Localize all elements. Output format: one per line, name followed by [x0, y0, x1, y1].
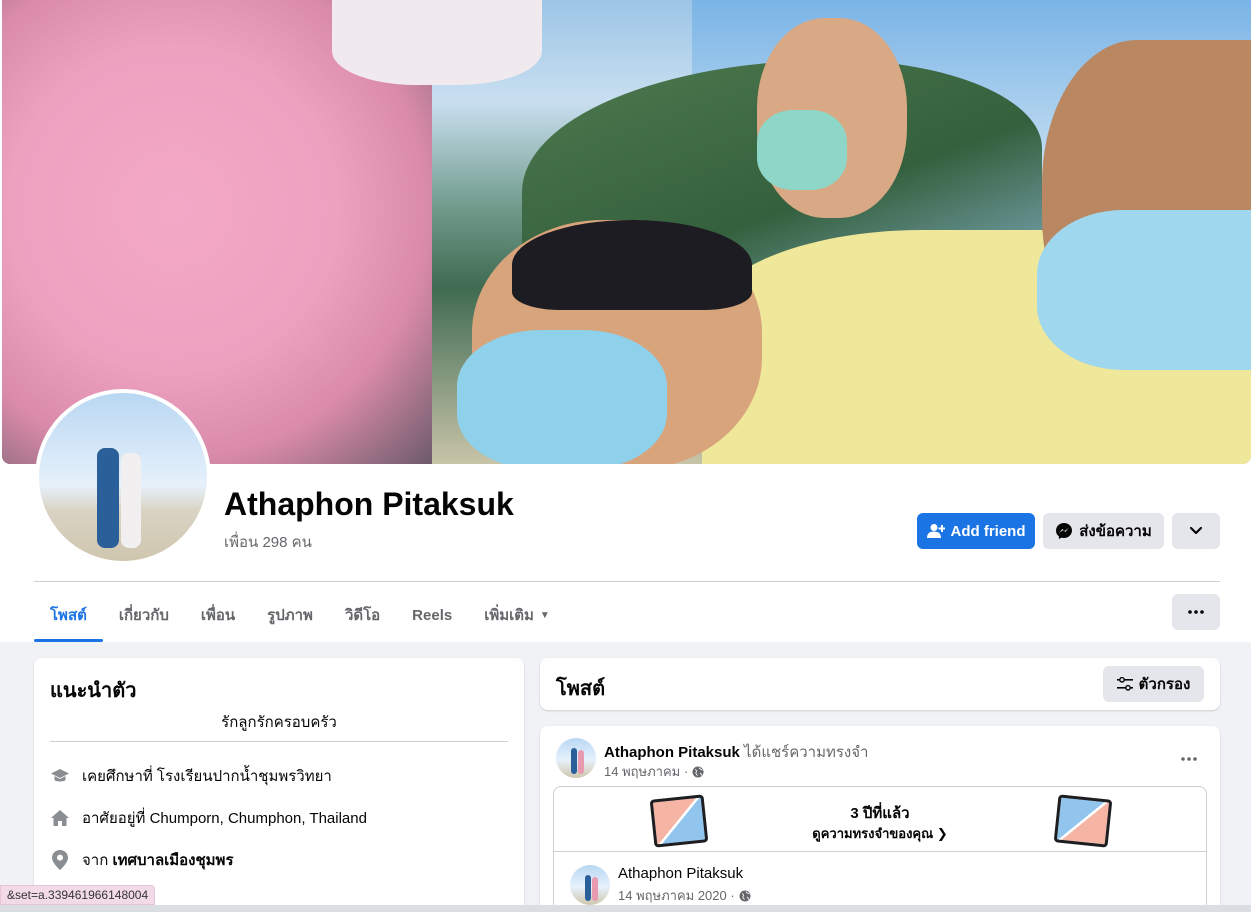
post-author-avatar[interactable] [556, 738, 596, 778]
status-bar-url: &set=a.339461966148004 [0, 885, 156, 905]
memory-divider [554, 851, 1206, 852]
message-button[interactable]: ส่งข้อความ [1043, 513, 1164, 549]
education-row: เคยศึกษาที่ โรงเรียนปากน้ำชุมพรวิทยา [50, 764, 332, 788]
from-row: จาก เทศบาลเมืองชุมพร [50, 848, 234, 872]
message-label: ส่งข้อความ [1079, 523, 1152, 540]
caret-down-icon: ▼ [539, 609, 550, 621]
shared-author-avatar[interactable] [570, 865, 610, 905]
bottom-bar [0, 905, 1251, 912]
education-text: เคยศึกษาที่ โรงเรียนปากน้ำชุมพรวิทยา [82, 768, 332, 785]
add-friend-button[interactable]: Add friend [917, 513, 1035, 549]
tab-more[interactable]: เพิ่มเติม ▼ [468, 588, 566, 642]
filter-sliders-icon [1116, 677, 1133, 691]
more-dots-icon [1188, 610, 1204, 614]
shared-author-name[interactable]: Athaphon Pitaksuk [618, 865, 743, 882]
filter-button[interactable]: ตัวกรอง [1103, 666, 1204, 702]
profile-header: Athaphon Pitaksuk เพื่อน 298 คน Add frie… [0, 0, 1251, 642]
shared-date[interactable]: 14 พฤษภาคม 2020 · [618, 885, 735, 906]
tab-videos[interactable]: วิดีโอ [329, 588, 396, 642]
post-date-row: 14 พฤษภาคม · [604, 761, 704, 782]
home-icon [50, 808, 70, 828]
post-date[interactable]: 14 พฤษภาคม · [604, 761, 688, 782]
more-options-button[interactable] [1172, 594, 1220, 630]
tab-reels[interactable]: Reels [396, 588, 468, 642]
intro-title: แนะนำตัว [50, 680, 137, 702]
post-action-text: ได้แชร์ความทรงจำ [744, 744, 869, 761]
graduation-cap-icon [50, 766, 70, 786]
bio-divider [50, 741, 508, 742]
posts-title: โพสต์ [556, 678, 606, 700]
from-text: จาก เทศบาลเมืองชุมพร [82, 852, 234, 869]
shared-date-row: 14 พฤษภาคม 2020 · [618, 885, 751, 906]
globe-icon [739, 890, 751, 901]
lives-row: อาศัยอยู่ที่ Chumporn, Chumphon, Thailan… [50, 806, 367, 830]
intro-bio: รักลูกรักครอบครัว [221, 714, 337, 731]
add-friend-label: Add friend [950, 522, 1026, 540]
profile-avatar[interactable] [39, 393, 207, 561]
chevron-right-icon: ❯ [936, 826, 948, 841]
tab-photos[interactable]: รูปภาพ [251, 588, 329, 642]
profile-name: Athaphon Pitaksuk [224, 486, 514, 522]
header-divider [34, 581, 1220, 582]
location-pin-icon [50, 850, 70, 870]
profile-options-dropdown[interactable] [1172, 513, 1220, 549]
filter-label: ตัวกรอง [1138, 676, 1191, 693]
messenger-icon [1056, 523, 1073, 539]
globe-icon [692, 766, 704, 777]
friends-count[interactable]: เพื่อน 298 คน [224, 530, 312, 554]
profile-tabs: โพสต์ เกี่ยวกับ เพื่อน รูปภาพ วิดีโอ Ree… [34, 588, 566, 642]
lives-text: อาศัยอยู่ที่ Chumporn, Chumphon, Thailan… [82, 810, 367, 827]
posts-header-card: โพสต์ ตัวกรอง [540, 658, 1220, 710]
tab-friends[interactable]: เพื่อน [185, 588, 251, 642]
cover-photo[interactable] [2, 0, 1251, 464]
memory-illustration-right [1053, 794, 1113, 848]
add-person-icon [926, 524, 945, 538]
intro-card: แนะนำตัว รักลูกรักครอบครัว เคยศึกษาที่ โ… [34, 658, 524, 912]
chevron-down-icon [1190, 527, 1202, 535]
memory-box: 3 ปีที่แล้ว ดูความทรงจำของคุณ ❯ Athaphon… [553, 786, 1207, 912]
tab-about[interactable]: เกี่ยวกับ [103, 588, 185, 642]
from-place-link[interactable]: เทศบาลเมืองชุมพร [112, 852, 233, 869]
post-card: Athaphon Pitaksuk ได้แชร์ความทรงจำ 14 พฤ… [540, 726, 1220, 912]
post-author-name[interactable]: Athaphon Pitaksuk [604, 744, 740, 761]
post-options-icon[interactable] [1174, 744, 1204, 774]
tab-posts[interactable]: โพสต์ [34, 588, 103, 642]
